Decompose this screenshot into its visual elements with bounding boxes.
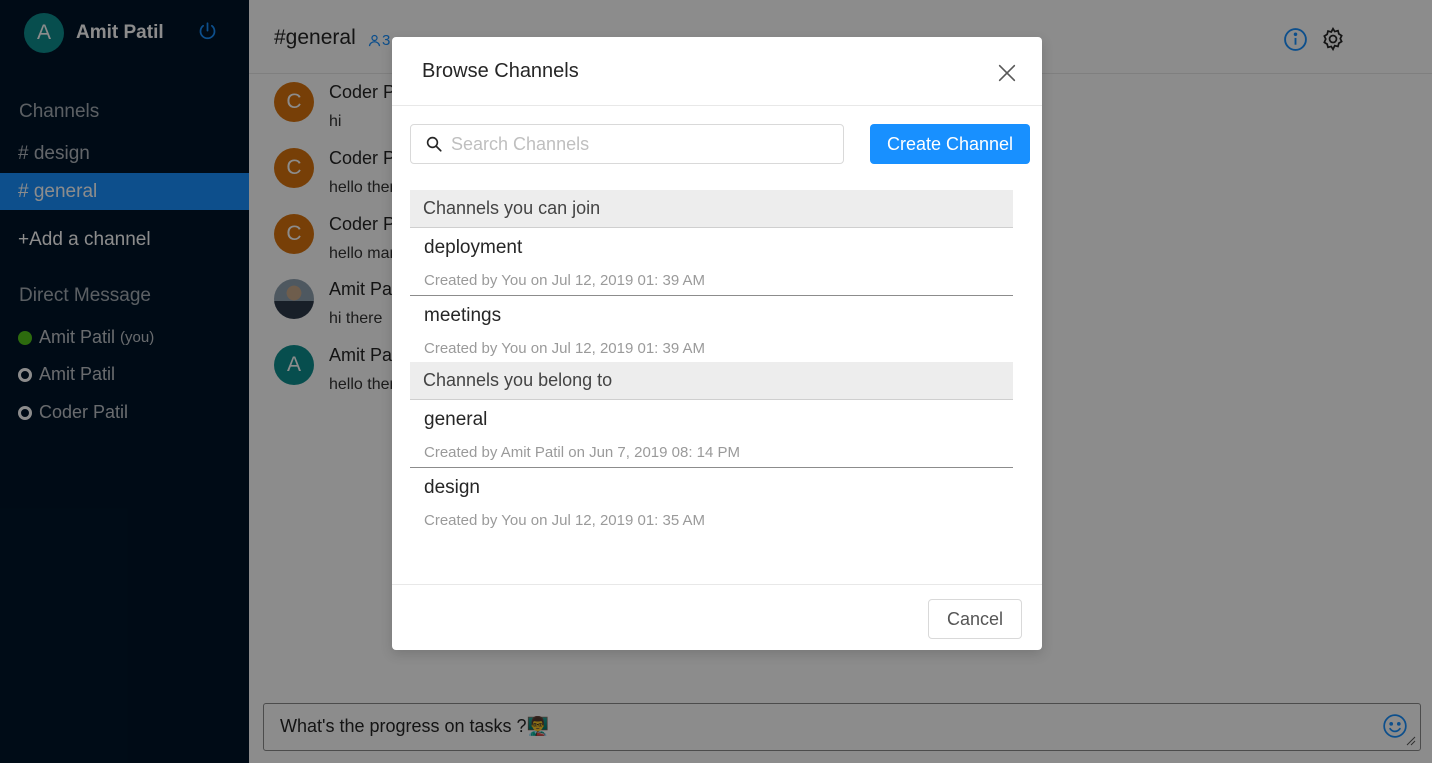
- channel-row-general[interactable]: general Created by Amit Patil on Jun 7, …: [410, 400, 1013, 468]
- channel-name: deployment: [424, 237, 523, 258]
- search-box: [410, 124, 844, 164]
- channel-row-meetings[interactable]: meetings Created by You on Jul 12, 2019 …: [410, 296, 1013, 364]
- channel-meta: Created by Amit Patil on Jun 7, 2019 08:…: [424, 444, 741, 461]
- modal-title: Browse Channels: [422, 60, 579, 82]
- modal-header: Browse Channels: [392, 37, 1042, 106]
- channel-meta: Created by You on Jul 12, 2019 01: 39 AM: [424, 340, 706, 357]
- create-channel-button[interactable]: Create Channel: [870, 124, 1030, 164]
- channel-meta: Created by You on Jul 12, 2019 01: 35 AM: [424, 512, 706, 529]
- channel-name: general: [424, 409, 488, 430]
- group-header-belong-to: Channels you belong to: [410, 362, 1013, 400]
- group-header-can-join: Channels you can join: [410, 190, 1013, 228]
- channel-name: design: [424, 477, 480, 498]
- search-icon: [426, 136, 442, 152]
- channel-row-deployment[interactable]: deployment Created by You on Jul 12, 201…: [410, 228, 1013, 296]
- browse-channels-modal: Browse Channels Create Channel Channels …: [392, 37, 1042, 650]
- channel-row-design[interactable]: design Created by You on Jul 12, 2019 01…: [410, 468, 1013, 536]
- channel-name: meetings: [424, 305, 502, 326]
- modal-footer: Cancel: [392, 584, 1042, 650]
- channel-meta: Created by You on Jul 12, 2019 01: 39 AM: [424, 272, 706, 289]
- search-input[interactable]: [451, 133, 821, 155]
- close-icon[interactable]: [996, 62, 1018, 84]
- cancel-button[interactable]: Cancel: [928, 599, 1022, 639]
